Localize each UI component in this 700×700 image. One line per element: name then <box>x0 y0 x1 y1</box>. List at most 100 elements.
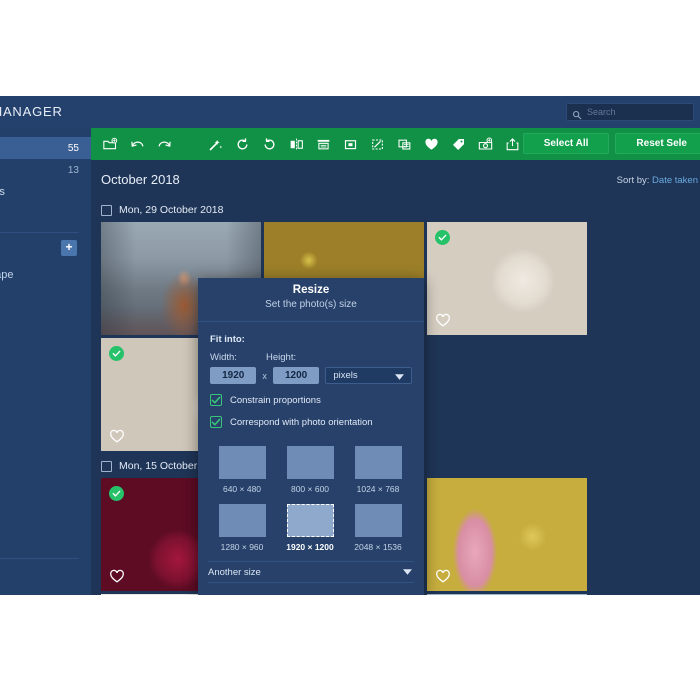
dimension-row: 1920 x 1200 pixels <box>210 367 412 384</box>
photo-seascape[interactable] <box>427 594 587 595</box>
chevron-down-icon <box>403 569 412 575</box>
favorite-heart-icon[interactable] <box>424 137 439 152</box>
correspond-orientation-checkbox[interactable] <box>210 416 222 428</box>
preset-label: 800 × 600 <box>290 484 330 494</box>
crop-icon[interactable] <box>343 137 358 152</box>
sidebar-item-archive[interactable]: hive <box>0 559 91 585</box>
flip-icon[interactable] <box>289 137 304 152</box>
size-preset-grid: 640 × 480 800 × 600 1024 × 768 1280 × 96… <box>198 428 424 556</box>
sort-by-value[interactable]: Date taken <box>652 175 698 186</box>
dialog-subtitle: Set the photo(s) size <box>265 299 357 310</box>
title-bar: O MANAGER Search <box>0 96 700 128</box>
tag-icon[interactable] <box>451 137 466 152</box>
sidebar-item-albums[interactable]: ums 13 <box>0 159 91 181</box>
add-folder-icon[interactable] <box>103 137 118 152</box>
date-group-checkbox[interactable] <box>101 204 112 216</box>
constrain-proportions-label: Constrain proportions <box>230 394 321 406</box>
preset-label: 640 × 480 <box>222 484 262 494</box>
photo-selected-check-icon <box>435 230 450 245</box>
preset-1024x768[interactable]: 1024 × 768 <box>344 440 412 498</box>
search-input[interactable]: Search <box>566 103 694 121</box>
sidebar-add-row: + <box>0 233 91 263</box>
preset-640x480[interactable]: 640 × 480 <box>208 440 276 498</box>
sidebar-tag-landscape[interactable]: dscape <box>0 263 91 286</box>
share-icon[interactable] <box>505 137 520 152</box>
preset-label: 1024 × 768 <box>356 484 400 494</box>
photo-breakfast-plate[interactable] <box>427 222 587 335</box>
preset-800x600[interactable]: 800 × 600 <box>276 440 344 498</box>
photo-favorite-heart-icon[interactable] <box>435 313 451 327</box>
app-title: O MANAGER <box>0 104 63 119</box>
dimension-labels: Width: Height: <box>210 352 412 363</box>
photo-pink-smoothie[interactable] <box>427 478 587 591</box>
app-window: O MANAGER Search <box>0 96 700 595</box>
sidebar-item-label: ums <box>0 164 68 176</box>
add-to-album-icon[interactable] <box>478 137 493 152</box>
unit-select[interactable]: pixels <box>325 367 412 384</box>
sidebar-item-label: ces <box>0 208 79 220</box>
toolbar-action-buttons: Select All Reset Sele <box>522 133 700 154</box>
photo-favorite-heart-icon[interactable] <box>109 429 125 443</box>
fit-into-label: Fit into: <box>210 334 245 345</box>
preset-1280x960[interactable]: 1280 × 960 <box>208 498 276 556</box>
preset-1920x1200[interactable]: 1920 × 1200 <box>276 498 344 556</box>
sidebar-item-label: hive <box>0 566 79 578</box>
add-tag-button[interactable]: + <box>61 240 77 256</box>
sort-by-control[interactable]: Sort by: Date taken <box>617 175 698 186</box>
date-group-checkbox[interactable] <box>101 460 112 472</box>
correspond-orientation-row[interactable]: Correspond with photo orientation <box>210 416 412 428</box>
select-all-button[interactable]: Select All <box>522 133 610 154</box>
dialog-body: Fit into: Width: Height: 1920 x 1200 pix… <box>198 322 424 428</box>
rotate-left-icon[interactable] <box>235 137 250 152</box>
photo-thumbnail <box>427 478 587 591</box>
photo-thumbnail <box>427 594 587 595</box>
sidebar-item-places[interactable]: ces <box>0 203 91 225</box>
sidebar-item-favorites[interactable]: orites <box>0 181 91 203</box>
photo-selected-check-icon <box>109 486 124 501</box>
resize-dialog: Resize Set the photo(s) size Fit into: W… <box>198 278 424 595</box>
rotate-right-icon[interactable] <box>262 137 277 152</box>
preset-2048x1536[interactable]: 2048 × 1536 <box>344 498 412 556</box>
preset-thumb <box>286 504 334 537</box>
constrain-proportions-row[interactable]: Constrain proportions <box>210 394 412 406</box>
preset-label: 2048 × 1536 <box>354 542 402 552</box>
resize-icon[interactable] <box>316 137 331 152</box>
toolbar: Select All Reset Sele <box>91 128 700 160</box>
redo-icon[interactable] <box>157 137 172 152</box>
date-group-label: Mon, 29 October 2018 <box>119 204 224 216</box>
another-size-label: Another size <box>208 566 261 578</box>
unit-select-value: pixels <box>333 370 358 381</box>
sidebar-tag-travel[interactable]: vel <box>0 309 91 332</box>
sidebar-tag-family[interactable]: ily <box>0 332 91 355</box>
toolbar-icon-group <box>97 128 553 160</box>
height-label: Height: <box>266 352 297 363</box>
photo-selected-check-icon <box>109 346 124 361</box>
search-icon <box>572 107 582 120</box>
photo-thumbnail <box>427 222 587 335</box>
straighten-icon[interactable] <box>370 137 385 152</box>
width-label: Width: <box>210 352 237 363</box>
content-header: October 2018 Sort by: Date taken <box>91 160 700 204</box>
magic-wand-icon[interactable] <box>208 137 223 152</box>
photo-favorite-heart-icon[interactable] <box>435 569 451 583</box>
sidebar: tos 55 ums 13 orites ces + dscape <box>0 128 91 595</box>
preset-thumb <box>286 446 334 479</box>
photo-favorite-heart-icon[interactable] <box>109 569 125 583</box>
another-size-select[interactable]: Another size <box>208 561 414 583</box>
width-input[interactable]: 1920 <box>210 367 257 384</box>
undo-icon[interactable] <box>130 137 145 152</box>
sidebar-item-label: orites <box>0 186 5 198</box>
sidebar-tag-baby[interactable]: by <box>0 286 91 309</box>
sidebar-item-count: 55 <box>67 142 79 154</box>
sidebar-item-photos[interactable]: tos 55 <box>0 137 91 159</box>
watermark-icon[interactable] <box>397 137 412 152</box>
height-input[interactable]: 1200 <box>272 367 320 384</box>
constrain-proportions-checkbox[interactable] <box>210 394 222 406</box>
multiply-symbol: x <box>262 370 267 381</box>
screenshot-root: O MANAGER Search <box>0 0 700 700</box>
reset-selection-button[interactable]: Reset Sele <box>615 133 700 154</box>
dialog-title: Resize <box>292 284 330 296</box>
preset-thumb <box>354 504 402 537</box>
date-group-header[interactable]: Mon, 29 October 2018 <box>91 204 700 222</box>
sort-by-label: Sort by: <box>616 175 650 186</box>
